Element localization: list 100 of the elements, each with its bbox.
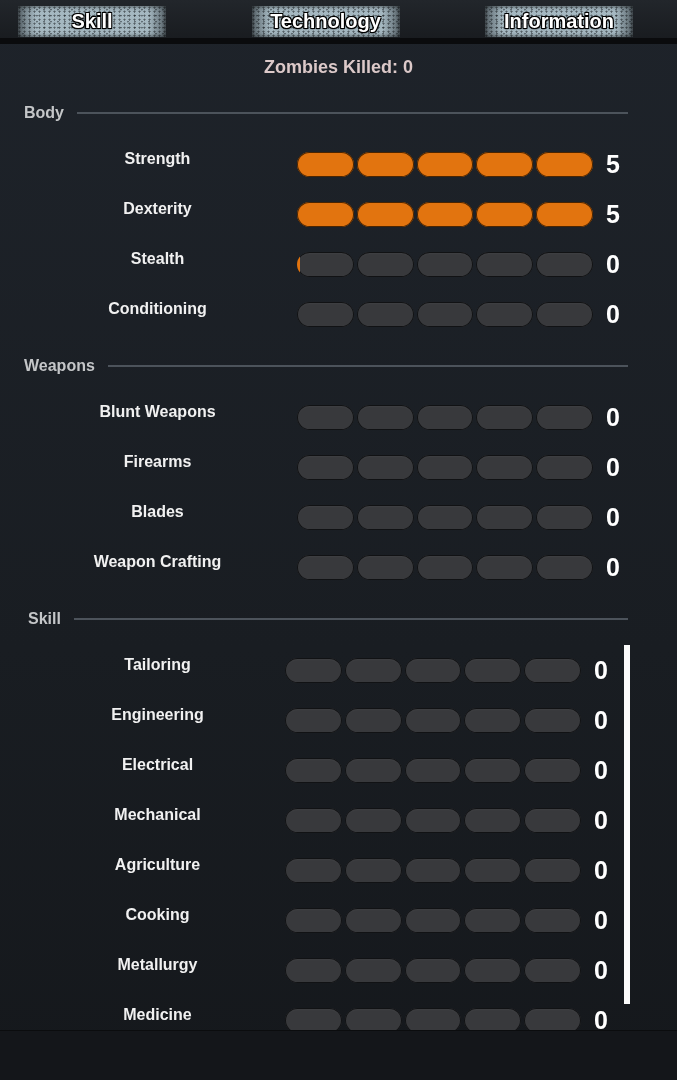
level-segment xyxy=(404,907,462,933)
level-segment xyxy=(524,807,581,833)
skill-level: 0 xyxy=(594,657,608,683)
level-segment xyxy=(416,201,474,227)
level-segment xyxy=(297,554,354,580)
level-segment xyxy=(476,251,534,277)
level-segment xyxy=(536,201,593,227)
level-segment xyxy=(285,1007,342,1030)
skill-level: 0 xyxy=(606,251,620,277)
skill-name: Blades xyxy=(131,503,184,520)
level-segment xyxy=(416,251,474,277)
level-segment xyxy=(297,151,354,177)
level-segment xyxy=(344,657,402,683)
tab[interactable]: Technology xyxy=(251,6,400,37)
level-segment xyxy=(476,504,534,530)
level-segment xyxy=(404,1007,462,1030)
section-title: Weapons xyxy=(24,356,95,376)
level-segment xyxy=(285,807,342,833)
level-segment xyxy=(404,957,462,983)
level-segment xyxy=(356,404,414,430)
level-segment xyxy=(416,454,474,480)
level-segment xyxy=(297,201,354,227)
skill-name: Medicine xyxy=(123,1006,192,1023)
level-segment xyxy=(416,554,474,580)
level-segment xyxy=(536,504,593,530)
level-segment xyxy=(356,554,414,580)
level-segment xyxy=(344,907,402,933)
level-segment xyxy=(464,657,522,683)
skill-name: Firearms xyxy=(123,453,192,470)
level-segment xyxy=(536,301,593,327)
level-segment xyxy=(285,907,342,933)
skill-name: Weapon Crafting xyxy=(93,553,222,570)
level-segment xyxy=(476,151,534,177)
level-segment xyxy=(404,857,462,883)
level-segment xyxy=(285,857,342,883)
level-segment xyxy=(404,757,462,783)
level-segment xyxy=(356,454,414,480)
level-segment xyxy=(285,657,342,683)
level-segment xyxy=(344,857,402,883)
skill-level: 0 xyxy=(594,707,608,733)
tab[interactable]: Skill xyxy=(18,6,166,37)
level-segment xyxy=(524,657,581,683)
skill-level: 0 xyxy=(594,757,608,783)
tab[interactable]: Information xyxy=(485,6,633,37)
skill-level: 0 xyxy=(594,807,608,833)
level-segment xyxy=(285,707,342,733)
skill-name: Metallurgy xyxy=(117,956,198,973)
section-title: Skill xyxy=(28,609,61,629)
skill-level: 0 xyxy=(594,957,608,983)
level-segment xyxy=(536,404,593,430)
level-segment xyxy=(356,151,414,177)
skill-name: Cooking xyxy=(125,906,190,923)
level-segment xyxy=(524,907,581,933)
level-segment xyxy=(285,957,342,983)
level-segment xyxy=(416,151,474,177)
skill-name: Engineering xyxy=(111,706,204,723)
level-segment xyxy=(356,201,414,227)
level-segment xyxy=(476,454,534,480)
level-segment xyxy=(297,504,354,530)
level-segment xyxy=(356,301,414,327)
level-segment xyxy=(344,757,402,783)
level-segment xyxy=(524,1007,581,1030)
level-segment xyxy=(297,404,354,430)
level-segment xyxy=(524,957,581,983)
level-segment xyxy=(356,504,414,530)
level-segment xyxy=(464,957,522,983)
level-segment xyxy=(476,404,534,430)
level-segment xyxy=(536,151,593,177)
section-title: Body xyxy=(24,103,64,123)
skill-level: 0 xyxy=(606,454,620,480)
level-segment xyxy=(536,251,593,277)
skill-name: Mechanical xyxy=(114,806,201,823)
skill-level: 0 xyxy=(594,1007,608,1030)
level-segment xyxy=(404,807,462,833)
skill-level: 5 xyxy=(606,201,620,227)
level-segment xyxy=(297,454,354,480)
scrollbar-thumb[interactable] xyxy=(624,645,630,1004)
level-segment xyxy=(464,707,522,733)
level-segment xyxy=(297,301,354,327)
level-segment xyxy=(416,301,474,327)
skill-level: 0 xyxy=(594,907,608,933)
level-segment xyxy=(524,707,581,733)
level-segment xyxy=(416,404,474,430)
level-segment xyxy=(464,907,522,933)
skill-name: Dexterity xyxy=(123,200,192,217)
level-segment xyxy=(476,554,534,580)
level-segment xyxy=(464,807,522,833)
level-segment xyxy=(476,301,534,327)
level-segment xyxy=(344,707,402,733)
skill-level: 0 xyxy=(594,857,608,883)
level-segment xyxy=(536,554,593,580)
skill-level: 5 xyxy=(606,151,620,177)
skill-name: Agriculture xyxy=(114,856,201,873)
level-segment xyxy=(464,757,522,783)
level-segment xyxy=(464,1007,522,1030)
zombies-killed-label: Zombies Killed: 0 xyxy=(264,56,413,78)
skill-name: Strength xyxy=(124,150,191,167)
skill-name: Conditioning xyxy=(108,300,207,317)
skill-level: 0 xyxy=(606,504,620,530)
level-segment xyxy=(344,807,402,833)
